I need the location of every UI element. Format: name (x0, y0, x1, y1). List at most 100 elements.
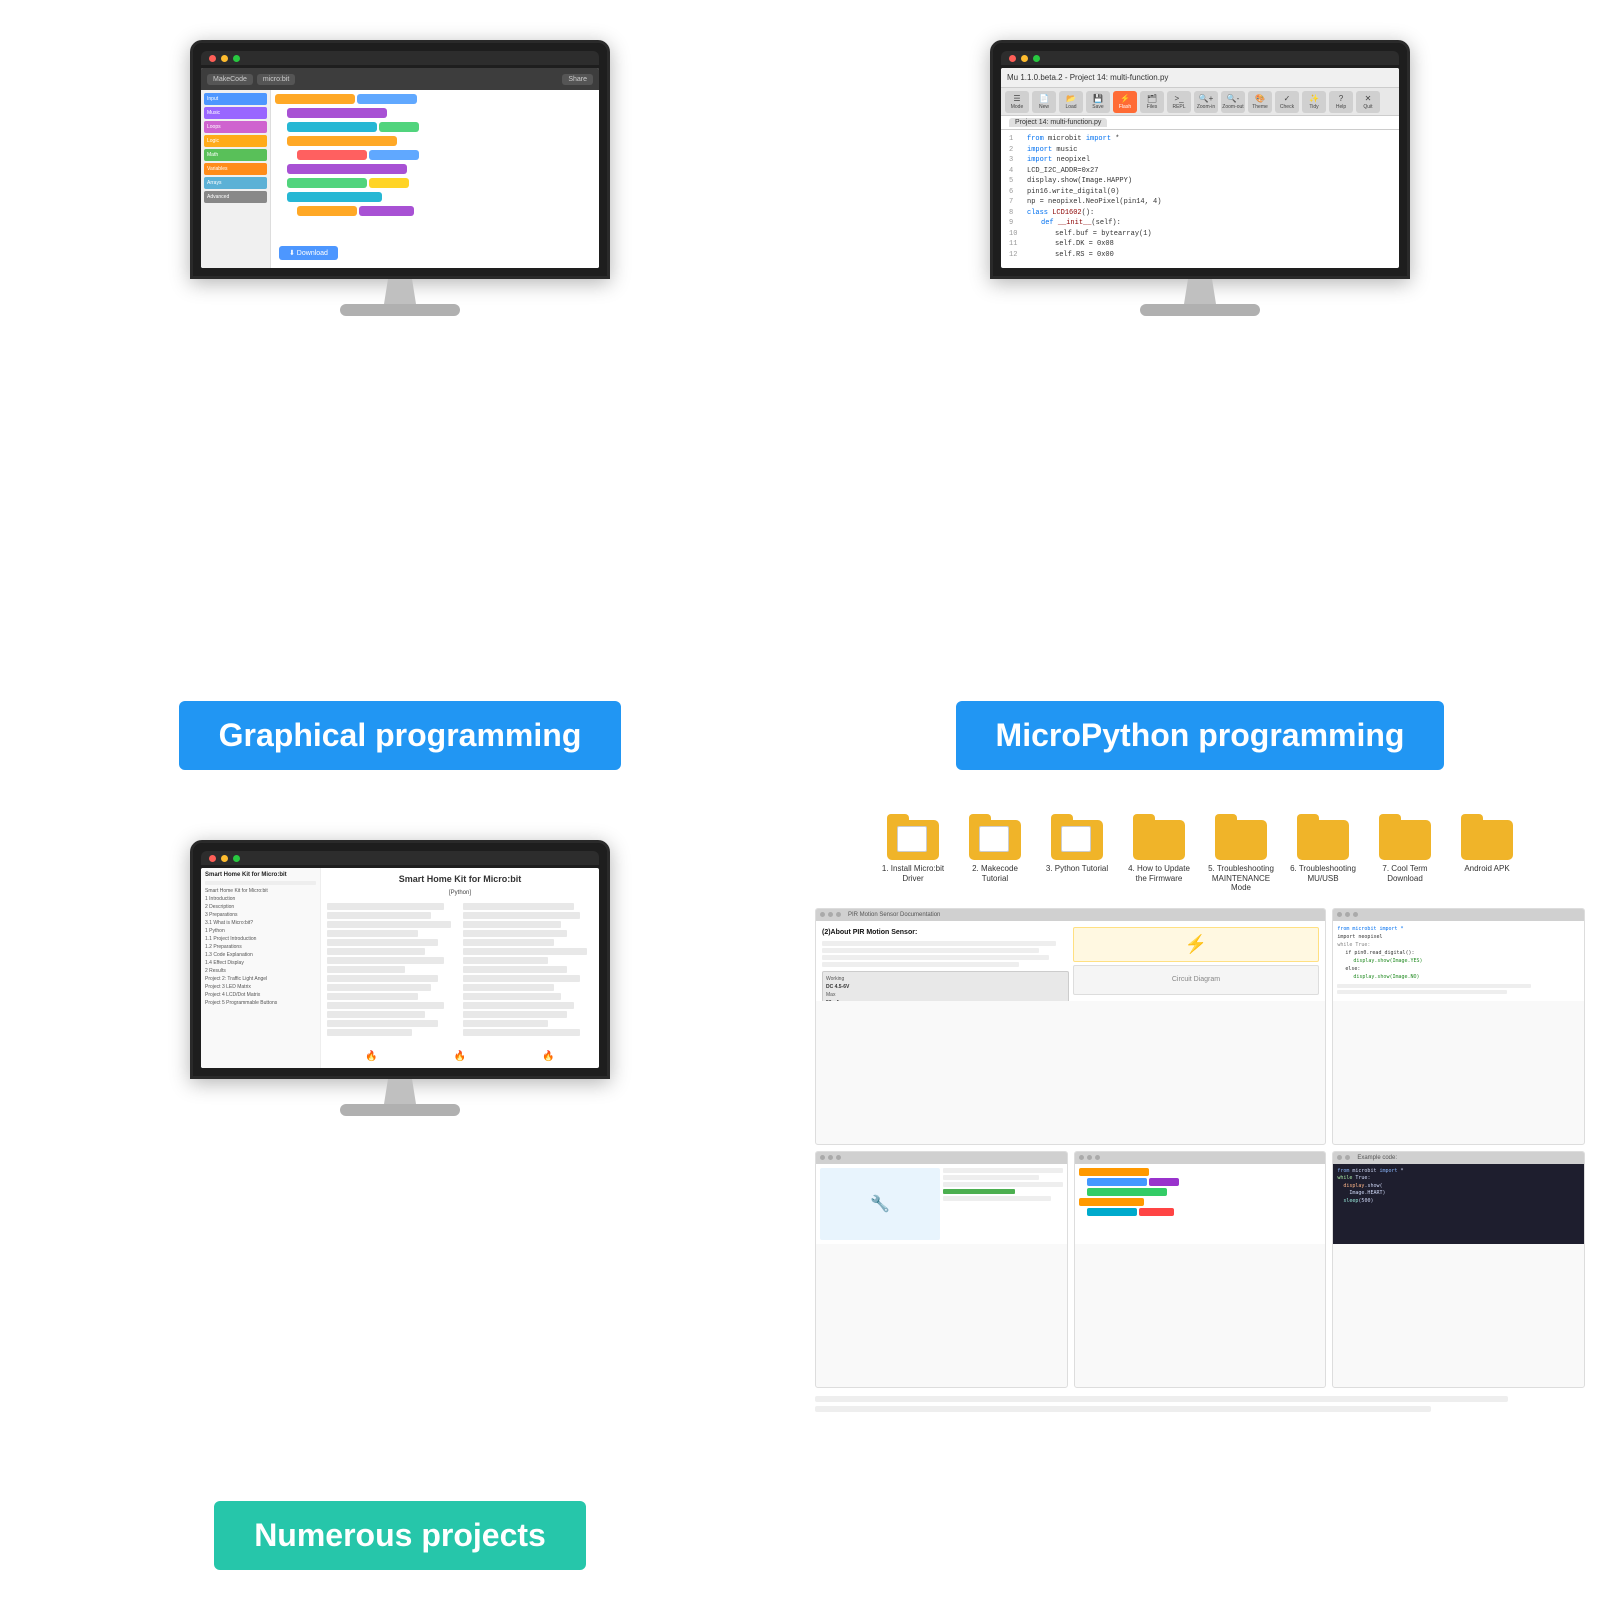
ss-body-1: (2)About PIR Motion Sensor: Working DC 4… (816, 921, 1325, 1001)
scratch-btn-2[interactable]: micro:bit (257, 74, 295, 85)
code-block-9 (287, 164, 407, 174)
sidebar-events[interactable]: Logic (204, 135, 267, 147)
dot-yellow-graphical (221, 55, 228, 62)
sidebar-operator[interactable]: Math (204, 149, 267, 161)
scratch-btn-share[interactable]: Share (562, 74, 593, 85)
sidebar-motion[interactable]: Input (204, 93, 267, 105)
tool-new[interactable]: 📄 New (1032, 91, 1056, 113)
folder-label-3: 3. Python Tutorial (1046, 864, 1108, 874)
python-titlebar: Mu 1.1.0.beta.2 - Project 14: multi-func… (1001, 68, 1399, 88)
sidebar-sensing[interactable]: Arrays (204, 177, 267, 189)
download-button[interactable]: ⬇ Download (279, 246, 338, 260)
folder-label-6: 6. Troubleshooting MU/USB (1288, 864, 1358, 883)
screenshot-blocks (1074, 1151, 1327, 1388)
screenshot-code: from microbit import * import neopixel w… (1332, 908, 1585, 1145)
code-block-4 (287, 122, 377, 132)
file-tab[interactable]: Project 14: multi-function.py (1009, 118, 1107, 127)
tool-zoom-in[interactable]: 🔍+ Zoom-in (1194, 91, 1218, 113)
ss-dot-10 (1079, 1155, 1084, 1160)
ss-dot-13 (1337, 1155, 1342, 1160)
folder-label-1: 1. Install Micro:bit Driver (878, 864, 948, 883)
folder-1[interactable]: 1. Install Micro:bit Driver (878, 820, 948, 893)
monitor-base-projects (340, 1104, 460, 1116)
tool-mode[interactable]: ☰ Mode (1005, 91, 1029, 113)
tool-save[interactable]: 💾 Save (1086, 91, 1110, 113)
ss-body-3: 🔧 (816, 1164, 1067, 1244)
python-title: Mu 1.1.0.beta.2 - Project 14: multi-func… (1007, 73, 1168, 82)
code-block-10 (287, 178, 367, 188)
projects-label: Numerous projects (254, 1517, 546, 1554)
tool-repl[interactable]: >_ REPL (1167, 91, 1191, 113)
tool-load[interactable]: 📂 Load (1059, 91, 1083, 113)
ss-title-1: PIR Motion Sensor Documentation (848, 912, 940, 918)
folder-6[interactable]: 6. Troubleshooting MU/USB (1288, 820, 1358, 893)
fire-icons: 🔥 🔥 🔥 (327, 1051, 593, 1062)
scratch-btn-1[interactable]: MakeCode (207, 74, 253, 85)
graphical-label: Graphical programming (219, 717, 582, 754)
folder-icon-6 (1297, 820, 1349, 860)
folder-5[interactable]: 5. Troubleshooting MAINTENANCE Mode (1206, 820, 1276, 893)
sidebar-advanced[interactable]: Advanced (204, 191, 267, 203)
graphical-badge: Graphical programming (179, 701, 622, 770)
folder-7[interactable]: 7. Cool Term Download (1370, 820, 1440, 893)
tutorial-col-right (463, 903, 593, 1044)
ss-dot-5 (1345, 912, 1350, 917)
tutorial-toc: Smart Home Kit for Micro:bit Smart Home … (201, 868, 321, 1068)
monitor-wrapper-graphical: MakeCode micro:bit Share Input Music Loo… (30, 40, 770, 681)
monitor-wrapper-projects: Smart Home Kit for Micro:bit Smart Home … (30, 840, 770, 1481)
tutorial-subtitle: [Python] (327, 890, 593, 896)
folder-3[interactable]: 3. Python Tutorial (1042, 820, 1112, 893)
block-5 (1079, 1198, 1144, 1206)
cell-graphical: MakeCode micro:bit Share Input Music Loo… (0, 0, 800, 800)
folder-icon-3 (1051, 820, 1103, 860)
tool-zoom-out[interactable]: 🔍- Zoom-out (1221, 91, 1245, 113)
folder-2[interactable]: 2. Makecode Tutorial (960, 820, 1030, 893)
tool-help[interactable]: ? Help (1329, 91, 1353, 113)
folder-4[interactable]: 4. How to Update the Firmware (1124, 820, 1194, 893)
tool-quit[interactable]: ✕ Quit (1356, 91, 1380, 113)
python-screen: Mu 1.1.0.beta.2 - Project 14: multi-func… (1001, 68, 1399, 268)
tool-flash[interactable]: ⚡ Flash (1113, 91, 1137, 113)
code-block-8 (369, 150, 419, 160)
scratch-body: Input Music Loops Logic Math Variables A… (201, 90, 599, 268)
block-6 (1087, 1208, 1137, 1216)
folder-label-5: 5. Troubleshooting MAINTENANCE Mode (1206, 864, 1276, 893)
dot-green-python (1033, 55, 1040, 62)
dot-yellow-projects (221, 855, 228, 862)
ss-body-2: from microbit import * import neopixel w… (1333, 921, 1584, 1001)
folder-icon-4 (1133, 820, 1185, 860)
tool-files[interactable]: 🗂 Files (1140, 91, 1164, 113)
ss-body-5: from microbit import * while True: displ… (1333, 1164, 1584, 1244)
projects-badge: Numerous projects (214, 1501, 586, 1570)
sidebar-variables[interactable]: Variables (204, 163, 267, 175)
dot-red-projects (209, 855, 216, 862)
folder-icon-2 (969, 820, 1021, 860)
ss-body-4 (1075, 1164, 1326, 1244)
ss-dot-7 (820, 1155, 825, 1160)
monitor-neck-graphical (380, 279, 420, 304)
code-block-14 (359, 206, 414, 216)
tool-check[interactable]: ✓ Check (1275, 91, 1299, 113)
screenshot-example-code: Example code: from microbit import * whi… (1332, 1151, 1585, 1388)
python-code-area[interactable]: 1from microbit import * 2import music 3i… (1001, 130, 1399, 260)
scratch-canvas[interactable]: ⬇ Download (271, 90, 599, 268)
cell-resources: 1. Install Micro:bit Driver 2. Makecode … (800, 800, 1600, 1600)
sidebar-looks[interactable]: Music (204, 107, 267, 119)
screenshots-grid: PIR Motion Sensor Documentation (2)About… (815, 908, 1585, 1388)
ss-dot-9 (836, 1155, 841, 1160)
tool-tidy[interactable]: ✨ Tidy (1302, 91, 1326, 113)
ss-image-1: 🔧 (820, 1168, 940, 1240)
folder-8[interactable]: Android APK (1452, 820, 1522, 893)
monitor-graphical: MakeCode micro:bit Share Input Music Loo… (190, 40, 610, 279)
folder-icon-5 (1215, 820, 1267, 860)
monitor-neck-projects (380, 1079, 420, 1104)
cell-projects: Smart Home Kit for Micro:bit Smart Home … (0, 800, 800, 1600)
ss-dot-11 (1087, 1155, 1092, 1160)
dot-red-python (1009, 55, 1016, 62)
ss-dot-8 (828, 1155, 833, 1160)
sidebar-sound[interactable]: Loops (204, 121, 267, 133)
tool-theme[interactable]: 🎨 Theme (1248, 91, 1272, 113)
screenshot-pir-doc: PIR Motion Sensor Documentation (2)About… (815, 908, 1326, 1145)
block-1 (1079, 1168, 1149, 1176)
ss-header-4 (1075, 1152, 1326, 1164)
